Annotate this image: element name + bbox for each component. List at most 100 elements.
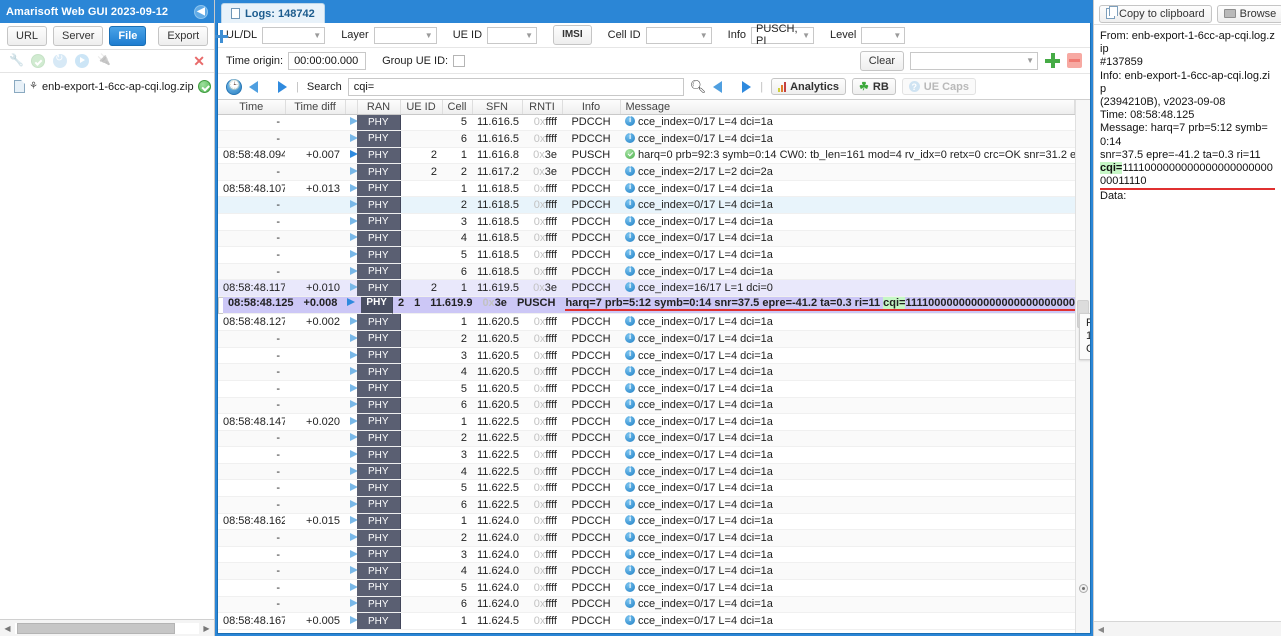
cell-time-diff: +0.020 — [285, 413, 345, 431]
table-row[interactable]: - PHY 611.620.50xffffPDCCH cce_index=0/17 L… — [218, 397, 1075, 415]
arrow-left-icon[interactable] — [248, 79, 265, 94]
play-icon[interactable] — [75, 54, 89, 68]
ueid-select[interactable]: ▼ — [487, 26, 538, 44]
chevron-left-icon[interactable]: ◀ — [194, 4, 208, 19]
table-row[interactable]: - PHY 611.624.00xffffPDCCH cce_index=0/17 L… — [218, 596, 1075, 614]
close-icon[interactable]: ✕ — [193, 54, 205, 68]
table-row[interactable]: - PHY 411.622.50xffffPDCCH cce_index=0/17 L… — [218, 463, 1075, 481]
copy-to-clipboard-button[interactable]: Copy to clipboard — [1099, 4, 1212, 23]
search-next-icon[interactable] — [735, 79, 752, 94]
imsi-button[interactable]: IMSI — [553, 25, 592, 45]
table-row[interactable]: 08:58:48.125 +0.008 PHY 2 1 11.619.9 0x3e PUSCH… — [218, 297, 1075, 315]
add-preset-icon[interactable] — [1045, 53, 1060, 68]
table-row[interactable]: - PHY 511.622.50xffffPDCCH cce_index=0/17 L… — [218, 479, 1075, 498]
col-time[interactable]: Time — [218, 100, 286, 115]
table-row[interactable]: - PHY 411.618.50xffffPDCCH cce_index=0/17 L… — [218, 230, 1075, 248]
cell-ran: PHY — [357, 114, 401, 132]
table-row[interactable]: - PHY 311.618.50xffffPDCCH cce_index=0/17 L… — [218, 213, 1075, 231]
arrow-right-icon[interactable] — [271, 79, 288, 94]
wrench-icon[interactable] — [9, 53, 24, 68]
col-message[interactable]: Message — [620, 100, 1075, 115]
cell-message: cce_index=0/17 L=4 dci=1a — [620, 263, 1075, 281]
table-row[interactable]: - PHY 511.620.50xffffPDCCH cce_index=0/17 L… — [218, 380, 1075, 398]
cell-direction-arrow — [345, 579, 357, 597]
source-button-server[interactable]: Server — [53, 26, 104, 46]
table-row[interactable]: - PHY 211.620.50xffffPDCCH cce_index=0/17 L… — [218, 330, 1075, 348]
layer-select[interactable]: ▼ — [373, 26, 437, 44]
table-row[interactable]: -PHY2211.617.20x3ePDCCHcce_index=2/17 L=… — [218, 163, 1075, 181]
info-icon — [625, 115, 635, 127]
info-select[interactable]: PUSCH, PI ▼ — [751, 23, 814, 47]
clear-button[interactable]: Clear — [859, 50, 904, 71]
cell-rnti: 0xffff — [522, 430, 562, 448]
preset-select[interactable]: ▼ — [910, 51, 1038, 70]
cell-rnti: 0xffff — [522, 230, 562, 248]
table-row[interactable]: 08:58:48.147 +0.020 PHY 1 11.622.5 0xffff PDCC… — [218, 413, 1075, 431]
scroll-left-icon[interactable]: ◀ — [0, 624, 15, 633]
scroll-thumb[interactable] — [17, 622, 176, 634]
table-row[interactable]: 08:58:48.127 +0.002 PHY 1 11.620.5 0xffff PDCC… — [218, 314, 1075, 332]
col-rnti[interactable]: RNTI — [522, 100, 563, 115]
col-time-diff[interactable]: Time diff — [285, 100, 346, 115]
analytics-button[interactable]: Analytics — [771, 78, 847, 95]
tab-logs[interactable]: Logs: 148742 — [221, 3, 325, 23]
browse-button[interactable]: Browse — [1216, 4, 1281, 23]
uldl-select[interactable]: ▼ — [262, 26, 326, 44]
check-circle-icon[interactable] — [31, 54, 45, 68]
export-button[interactable]: Export — [158, 26, 209, 46]
refresh-icon[interactable] — [53, 53, 67, 68]
time-origin-input[interactable]: 00:00:00.000 — [288, 51, 367, 70]
history-icon[interactable] — [226, 78, 242, 95]
table-row[interactable]: - PHY 311.622.50xffffPDCCH cce_index=0/17 L… — [218, 446, 1075, 464]
table-row[interactable]: 08:58:48.167 +0.005 PHY 1 11.624.5 0xffff PDCC… — [218, 612, 1075, 630]
table-row[interactable]: 08:58:48.107 +0.013 PHY 1 11.618.5 0xffff PDCC… — [218, 180, 1075, 198]
table-row[interactable]: - PHY 611.616.50xffffPDCCH cce_index=0/17 L… — [218, 130, 1075, 148]
cellid-select[interactable]: ▼ — [645, 26, 712, 44]
source-button-url[interactable]: URL — [7, 26, 48, 46]
col-ran[interactable]: RAN — [357, 100, 401, 115]
file-tree-item[interactable]: ⚘ enb-export-1-6cc-ap-cqi.log.zip — [0, 79, 214, 94]
table-row[interactable]: 08:58:48.162 +0.015 PHY 1 11.624.0 0xffff PDCC… — [218, 513, 1075, 531]
table-row[interactable]: 08:58:48.117 +0.010 PHY 2 1 11.619.5 0x3e PDCCH… — [218, 279, 1075, 298]
table-row[interactable]: - PHY 511.624.00xffffPDCCH cce_index=0/17 L… — [218, 579, 1075, 597]
plug-icon[interactable] — [97, 53, 111, 68]
table-row[interactable]: - PHY 411.624.00xffffPDCCH cce_index=0/17 L… — [218, 562, 1075, 581]
col-ue-id[interactable]: UE ID — [400, 100, 443, 115]
cell-sfn: 11.622.5 — [472, 463, 522, 481]
table-row[interactable]: - PHY 611.618.50xffffPDCCH cce_index=0/17 L… — [218, 263, 1075, 281]
table-row[interactable]: - PHY 211.622.50xffffPDCCH cce_index=0/17 L… — [218, 430, 1075, 448]
success-icon — [625, 149, 635, 160]
detail-horizontal-scrollbar[interactable]: ◀ — [1094, 621, 1281, 636]
table-row[interactable]: 08:58:48.094 +0.007 PHY 2 1 11.616.8 0x3e PUSCH… — [218, 147, 1075, 165]
table-row[interactable]: - PHY 511.616.50xffffPDCCH cce_index=0/17 L… — [218, 114, 1075, 132]
group-ue-id-checkbox[interactable] — [453, 54, 466, 67]
remove-preset-icon[interactable] — [1067, 53, 1082, 68]
table-row[interactable]: - PHY 311.624.00xffffPDCCH cce_index=0/17 L… — [218, 546, 1075, 564]
col-sfn[interactable]: SFN — [472, 100, 523, 115]
rb-button[interactable]: ☘ RB — [852, 78, 896, 95]
scroll-handle-icon[interactable] — [1079, 584, 1088, 593]
table-row[interactable]: - PHY 311.620.50xffffPDCCH cce_index=0/17 L… — [218, 347, 1075, 365]
scroll-track[interactable] — [15, 622, 199, 634]
col-info[interactable]: Info — [562, 100, 621, 115]
scroll-left-icon[interactable]: ◀ — [1094, 625, 1108, 634]
message-text: cce_index=2/17 L=2 dci=2a — [638, 166, 773, 179]
ue-caps-button[interactable]: ? UE Caps — [901, 78, 977, 95]
binoculars-icon[interactable]: 🔍︎ — [690, 79, 707, 95]
level-select[interactable]: ▼ — [861, 26, 906, 44]
search-input[interactable]: cqi= — [347, 77, 684, 96]
table-row[interactable]: - PHY 211.624.00xffffPDCCH cce_index=0/17 L… — [218, 529, 1075, 547]
table-row[interactable]: - PHY 411.620.50xffffPDCCH cce_index=0/17 L… — [218, 363, 1075, 381]
col-cell[interactable]: Cell — [442, 100, 473, 115]
table-row[interactable]: - PHY 511.618.50xffffPDCCH cce_index=0/17 L… — [218, 246, 1075, 264]
table-row[interactable]: - PHY 611.622.50xffffPDCCH cce_index=0/17 L… — [218, 496, 1075, 514]
search-prev-icon[interactable] — [712, 79, 729, 94]
scroll-right-icon[interactable]: ▶ — [199, 624, 214, 633]
logs-vertical-scrollbar[interactable] — [1075, 100, 1090, 633]
source-button-file[interactable]: File — [109, 26, 147, 46]
arrow-right-icon — [350, 499, 357, 508]
left-horizontal-scrollbar[interactable]: ◀ ▶ — [0, 619, 214, 636]
cell-ran: PHY — [357, 347, 401, 365]
logs-table-scroll[interactable]: Time Time diff RAN UE ID Cell SFN RNTI I… — [218, 100, 1075, 633]
table-row[interactable]: - PHY 211.618.50xffffPDCCH cce_index=0/17 L… — [218, 196, 1075, 215]
